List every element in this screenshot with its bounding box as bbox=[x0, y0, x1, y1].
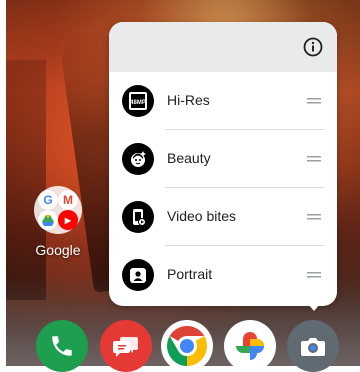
phone-icon[interactable] bbox=[36, 320, 88, 372]
app-shortcuts-popup: 48MP Hi-Res Beauty Video bites Portrait bbox=[109, 22, 337, 306]
folder-icon[interactable]: G M ▶ bbox=[34, 186, 82, 234]
folder-label: Google bbox=[35, 242, 81, 258]
photos-icon[interactable] bbox=[224, 320, 276, 372]
shortcut-beauty[interactable]: Beauty bbox=[109, 130, 337, 188]
48mp-icon: 48MP bbox=[122, 85, 154, 117]
info-icon[interactable] bbox=[303, 37, 323, 57]
shortcut-label: Video bites bbox=[167, 208, 237, 224]
popup-header bbox=[109, 22, 337, 72]
google-folder[interactable]: G M ▶ Google bbox=[28, 186, 88, 258]
messages-icon[interactable] bbox=[100, 320, 152, 372]
shortcut-label: Beauty bbox=[167, 150, 211, 166]
shortcut-portrait[interactable]: Portrait bbox=[109, 246, 337, 304]
shortcut-label: Hi-Res bbox=[167, 92, 210, 108]
drive-icon bbox=[38, 210, 58, 230]
shortcut-hi-res[interactable]: 48MP Hi-Res bbox=[109, 72, 337, 130]
shortcut-label: Portrait bbox=[167, 266, 213, 282]
beauty-icon bbox=[122, 143, 154, 175]
wallpaper-tree bbox=[6, 60, 46, 300]
drag-handle-icon[interactable] bbox=[307, 156, 321, 162]
chrome-icon[interactable] bbox=[161, 320, 213, 372]
popup-pointer bbox=[308, 304, 320, 311]
48mp-badge-text: 48MP bbox=[130, 100, 146, 106]
youtube-icon: ▶ bbox=[58, 210, 78, 230]
camera-icon[interactable] bbox=[287, 320, 339, 372]
drag-handle-icon[interactable] bbox=[307, 214, 321, 220]
shortcut-video-bites[interactable]: Video bites bbox=[109, 188, 337, 246]
gmail-icon: M bbox=[58, 190, 78, 210]
portrait-icon bbox=[122, 259, 154, 291]
drag-handle-icon[interactable] bbox=[307, 98, 321, 104]
drag-handle-icon[interactable] bbox=[307, 272, 321, 278]
google-icon: G bbox=[38, 190, 58, 210]
video-bites-icon bbox=[122, 201, 154, 233]
